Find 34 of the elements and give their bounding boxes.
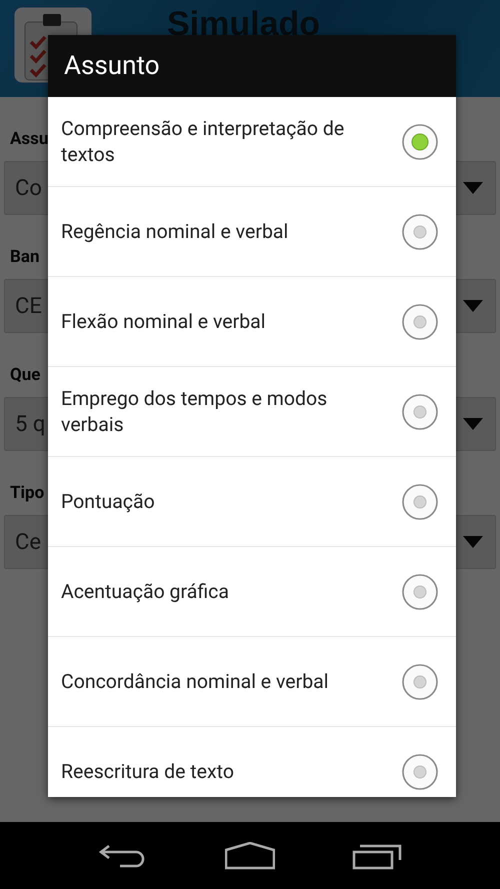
- option-label: Compreensão e interpretação de textos: [61, 116, 346, 168]
- field-label: Tipo: [10, 483, 44, 503]
- dialog-title: Assunto: [64, 51, 160, 81]
- option-label: Flexão nominal e verbal: [61, 308, 266, 334]
- field-label: Ban: [10, 247, 40, 267]
- home-icon[interactable]: [224, 842, 275, 870]
- option-row[interactable]: Acentuação gráfica: [48, 547, 456, 637]
- field-label: Que: [10, 365, 40, 385]
- radio-button[interactable]: [402, 484, 438, 520]
- option-label: Regência nominal e verbal: [61, 218, 288, 244]
- caret-icon: [463, 418, 483, 430]
- option-label: Acentuação gráfica: [61, 578, 229, 604]
- radio-button[interactable]: [402, 394, 438, 430]
- option-label: Pontuação: [61, 488, 155, 514]
- radio-button[interactable]: [402, 214, 438, 250]
- option-label: Reescritura de texto: [61, 758, 234, 784]
- option-row[interactable]: Reescritura de texto: [48, 727, 456, 797]
- option-row[interactable]: Pontuação: [48, 457, 456, 547]
- radio-button[interactable]: [402, 664, 438, 700]
- radio-button[interactable]: [402, 304, 438, 340]
- option-label: Concordância nominal e verbal: [61, 668, 329, 694]
- radio-button[interactable]: [402, 754, 438, 790]
- option-label: Emprego dos tempos e modos verbais: [61, 386, 328, 438]
- option-row[interactable]: Emprego dos tempos e modos verbais: [48, 367, 456, 457]
- radio-button[interactable]: [402, 124, 438, 160]
- field-label: Assu: [10, 129, 48, 149]
- option-row[interactable]: Flexão nominal e verbal: [48, 277, 456, 367]
- option-row[interactable]: Compreensão e interpretação de textos: [48, 97, 456, 187]
- option-row[interactable]: Concordância nominal e verbal: [48, 637, 456, 727]
- radio-button[interactable]: [402, 574, 438, 610]
- caret-icon: [463, 300, 483, 312]
- caret-icon: [463, 182, 483, 194]
- caret-icon: [463, 536, 483, 548]
- option-row[interactable]: Regência nominal e verbal: [48, 187, 456, 277]
